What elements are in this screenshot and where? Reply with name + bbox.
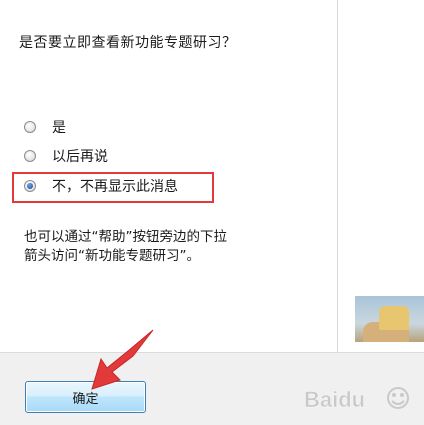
preview-panel <box>337 0 424 352</box>
feature-tour-dialog: 是否要立即查看新功能专题研习？ 是 以后再说 不，不再显示此消息 也可以通过“帮… <box>0 0 424 425</box>
radio-label: 以后再说 <box>52 149 108 165</box>
question-text: 是否要立即查看新功能专题研习？ <box>19 35 237 51</box>
radio-button[interactable] <box>24 150 36 162</box>
hint-text: 也可以通过“帮助”按钮旁边的下拉 箭头访问“新功能专题研习”。 <box>24 228 304 266</box>
dialog-content: 是否要立即查看新功能专题研习？ 是 以后再说 不，不再显示此消息 也可以通过“帮… <box>0 0 336 352</box>
preview-hat-shape <box>379 306 409 330</box>
hint-line: 箭头访问“新功能专题研习”。 <box>24 248 200 264</box>
highlight-annotation-box <box>12 172 214 203</box>
preview-image <box>355 296 424 342</box>
radio-button[interactable] <box>24 121 36 133</box>
radio-option-yes[interactable]: 是 <box>24 117 66 137</box>
radio-option-later[interactable]: 以后再说 <box>24 146 108 166</box>
hint-line: 也可以通过“帮助”按钮旁边的下拉 <box>24 229 227 245</box>
ok-button[interactable]: 确定 <box>25 381 146 413</box>
radio-label: 是 <box>52 120 66 136</box>
